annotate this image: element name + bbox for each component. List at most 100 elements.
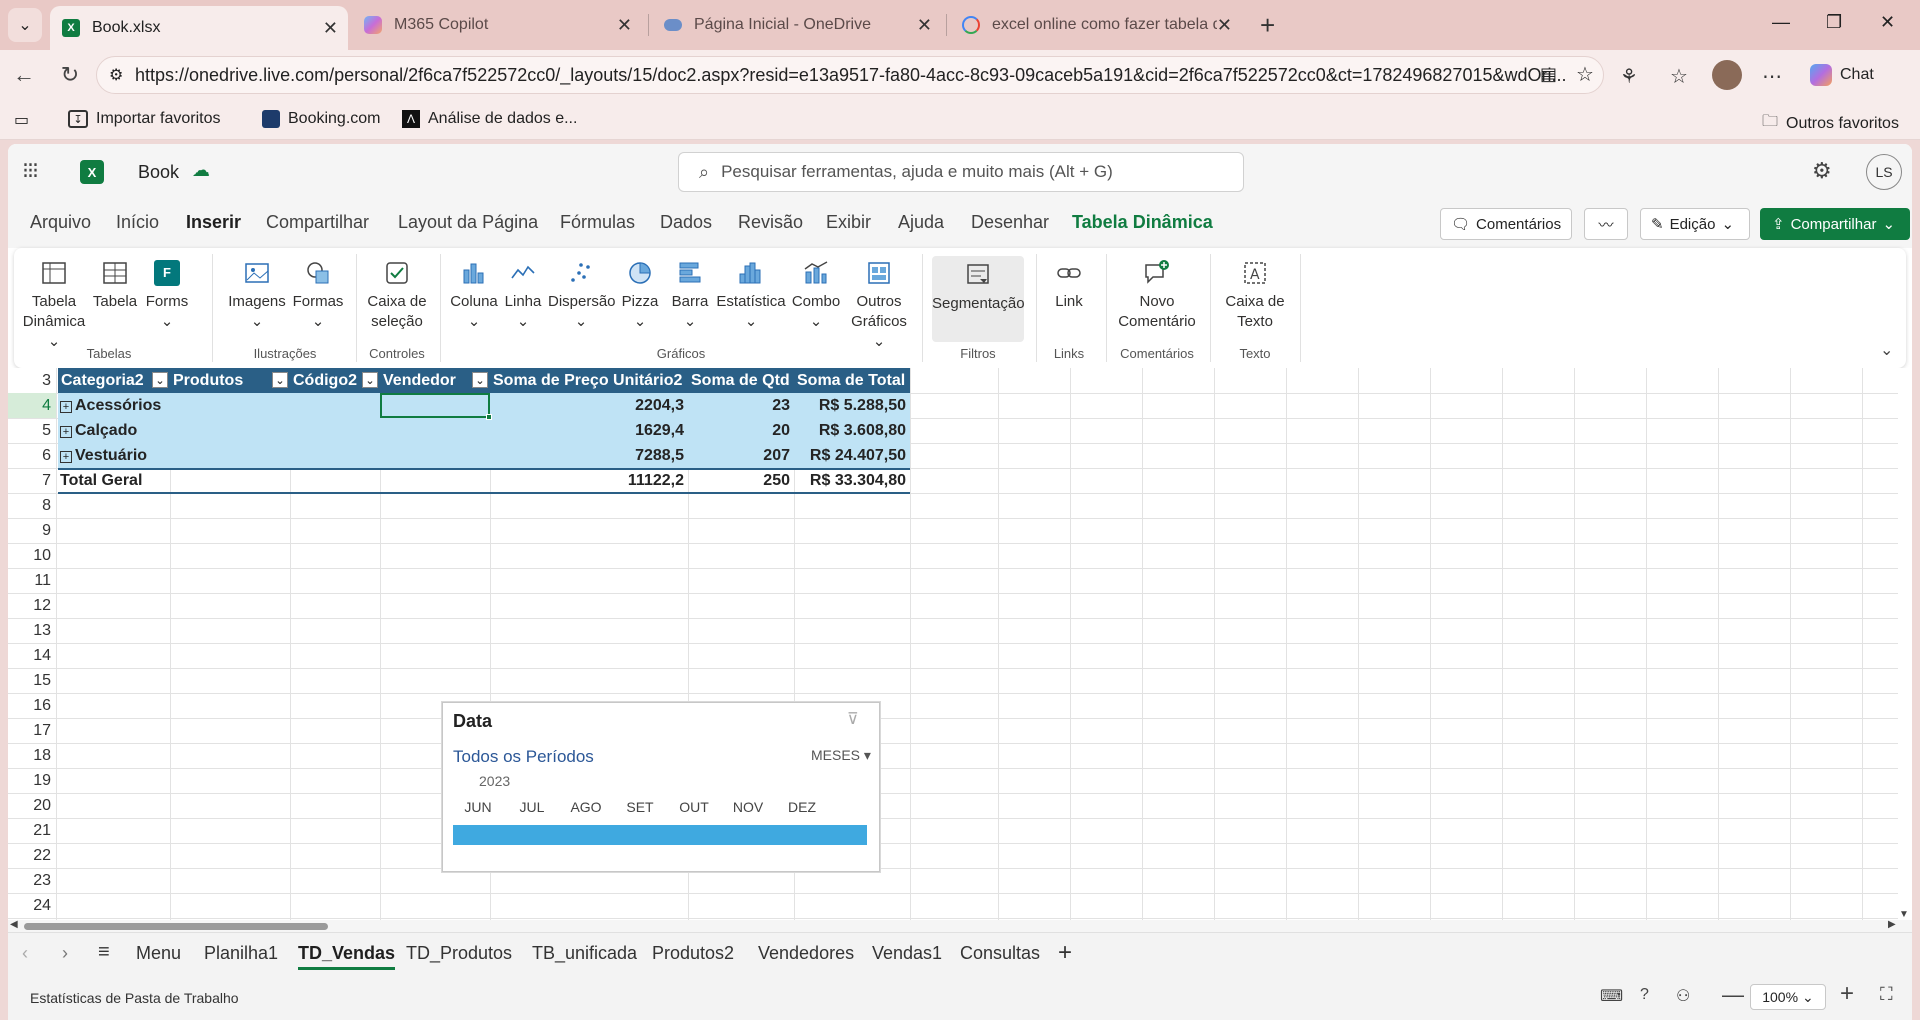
month-label[interactable]: DEZ bbox=[775, 799, 829, 815]
pivot-header-soma-preco[interactable]: Soma de Preço Unitário2 bbox=[490, 368, 688, 393]
add-sheet-button[interactable]: + bbox=[1058, 939, 1072, 967]
scroll-right-icon[interactable]: ▶ bbox=[1888, 919, 1896, 930]
menu-exibir[interactable]: Exibir bbox=[826, 212, 871, 233]
pivot-cell-total[interactable]: R$ 3.608,80 bbox=[794, 418, 910, 443]
pivot-total-total[interactable]: R$ 33.304,80 bbox=[794, 468, 910, 493]
menu-inserir[interactable]: Inserir bbox=[186, 212, 241, 233]
sheet-tab-consultas[interactable]: Consultas bbox=[960, 943, 1040, 964]
pivot-total-label[interactable]: Total Geral bbox=[60, 468, 260, 493]
scroll-thumb[interactable] bbox=[24, 923, 328, 930]
textbox-button[interactable]: A Caixa de Texto bbox=[1220, 256, 1290, 332]
row-header[interactable]: 13 bbox=[8, 618, 56, 643]
tab-google-search[interactable]: excel online como fazer tabela din ✕ bbox=[950, 6, 1242, 44]
row-header[interactable]: 9 bbox=[8, 518, 56, 543]
new-tab-button[interactable]: + bbox=[1260, 10, 1275, 41]
close-icon[interactable]: ✕ bbox=[617, 15, 632, 36]
row-header[interactable]: 22 bbox=[8, 843, 56, 868]
pivot-cell-preco[interactable]: 1629,4 bbox=[490, 418, 688, 443]
restore-button[interactable]: ❐ bbox=[1826, 12, 1842, 33]
expand-plus-icon[interactable]: + bbox=[60, 426, 72, 438]
tab-copilot[interactable]: M365 Copilot ✕ bbox=[352, 6, 642, 44]
pivot-header-soma-total[interactable]: Soma de Total bbox=[794, 368, 910, 393]
images-button[interactable]: Imagens ⌄ bbox=[226, 256, 288, 332]
pivot-header-categoria[interactable]: Categoria2 ⌄ bbox=[58, 368, 170, 393]
bookmark-data-analysis[interactable]: Λ Análise de dados e... bbox=[402, 110, 577, 128]
pivot-header-soma-qtd[interactable]: Soma de Qtd bbox=[688, 368, 794, 393]
table-button[interactable]: Tabela bbox=[90, 256, 140, 312]
pivot-table-button[interactable]: Tabela Dinâmica ⌄ bbox=[18, 256, 90, 352]
menu-ajuda[interactable]: Ajuda bbox=[898, 212, 944, 233]
copilot-chat-button[interactable]: Chat bbox=[1802, 58, 1912, 92]
pivot-row-calcado[interactable]: + Calçado bbox=[60, 418, 360, 443]
catch-up-button[interactable]: 〰 bbox=[1584, 208, 1628, 240]
fullscreen-icon[interactable]: ⛶ bbox=[1880, 984, 1893, 1005]
pivot-cell-total[interactable]: R$ 24.407,50 bbox=[794, 443, 910, 468]
filter-dropdown-icon[interactable]: ⌄ bbox=[152, 372, 168, 388]
row-header[interactable]: 4 bbox=[8, 393, 56, 418]
column-chart-button[interactable]: Coluna ⌄ bbox=[448, 256, 500, 332]
site-info-icon[interactable]: ⚙ bbox=[109, 65, 123, 85]
month-label[interactable]: JUN bbox=[451, 799, 505, 815]
new-comment-button[interactable]: Novo Comentário bbox=[1114, 256, 1200, 332]
close-icon[interactable]: ✕ bbox=[917, 15, 932, 36]
sheet-tab-tb-unificada[interactable]: TB_unificada bbox=[532, 943, 637, 964]
pivot-header-vendedor[interactable]: Vendedor ⌄ bbox=[380, 368, 490, 393]
filter-dropdown-icon[interactable]: ⌄ bbox=[362, 372, 378, 388]
expand-plus-icon[interactable]: + bbox=[60, 451, 72, 463]
forms-button[interactable]: F Forms ⌄ bbox=[142, 256, 192, 332]
month-label[interactable]: OUT bbox=[667, 799, 721, 815]
row-header[interactable]: 15 bbox=[8, 668, 56, 693]
row-header[interactable]: 6 bbox=[8, 443, 56, 468]
month-label[interactable]: NOV bbox=[721, 799, 775, 815]
help-icon[interactable]: ? bbox=[1640, 986, 1649, 1004]
menu-inicio[interactable]: Início bbox=[116, 212, 159, 233]
keyboard-icon[interactable]: ⌨ bbox=[1600, 986, 1623, 1006]
pivot-cell-preco[interactable]: 2204,3 bbox=[490, 393, 688, 418]
extensions-icon[interactable]: ⚘ bbox=[1620, 64, 1638, 89]
other-favorites[interactable]: 🗀 Outros favoritos bbox=[1762, 110, 1899, 137]
zoom-in-button[interactable]: + bbox=[1840, 980, 1854, 1008]
menu-revisao[interactable]: Revisão bbox=[738, 212, 803, 233]
workbook-statistics[interactable]: Estatísticas de Pasta de Trabalho bbox=[30, 990, 239, 1006]
checkbox-button[interactable]: Caixa de seleção bbox=[362, 256, 432, 332]
row-header[interactable]: 23 bbox=[8, 868, 56, 893]
row-header[interactable]: 19 bbox=[8, 768, 56, 793]
sheet-tab-td-produtos[interactable]: TD_Produtos bbox=[406, 943, 512, 964]
row-header[interactable]: 17 bbox=[8, 718, 56, 743]
pivot-total-qtd[interactable]: 250 bbox=[688, 468, 794, 493]
slicer-button[interactable]: Segmentação bbox=[932, 256, 1025, 342]
clear-filter-icon[interactable]: ⊽ bbox=[847, 709, 859, 729]
horizontal-scrollbar[interactable]: ◀ ▶ bbox=[8, 919, 1912, 932]
row-header[interactable]: 11 bbox=[8, 568, 56, 593]
row-header[interactable]: 24 bbox=[8, 893, 56, 918]
next-sheet-icon[interactable]: › bbox=[62, 943, 68, 964]
bookmark-import[interactable]: ↧ Importar favoritos bbox=[68, 110, 220, 128]
date-slicer[interactable]: Data ⊽ Todos os Períodos MESES ▾ 2023 JU… bbox=[442, 702, 880, 872]
pivot-row-vestuario[interactable]: + Vestuário bbox=[60, 443, 360, 468]
row-header[interactable]: 18 bbox=[8, 743, 56, 768]
shapes-button[interactable]: Formas ⌄ bbox=[290, 256, 346, 332]
user-avatar[interactable]: LS bbox=[1866, 154, 1902, 190]
pivot-cell-qtd[interactable]: 207 bbox=[688, 443, 794, 468]
prev-sheet-icon[interactable]: ‹ bbox=[22, 943, 28, 964]
bookmark-booking[interactable]: Booking.com bbox=[262, 110, 381, 128]
menu-tabela-dinamica[interactable]: Tabela Dinâmica bbox=[1072, 212, 1213, 233]
bar-chart-button[interactable]: Barra ⌄ bbox=[666, 256, 714, 332]
more-options-icon[interactable]: ⋯ bbox=[1762, 64, 1782, 89]
zoom-level-dropdown[interactable]: 100% ⌄ bbox=[1750, 984, 1826, 1010]
window-close-button[interactable]: ✕ bbox=[1880, 12, 1895, 33]
zoom-out-button[interactable]: — bbox=[1722, 982, 1744, 1008]
statistic-chart-button[interactable]: Estatística ⌄ bbox=[716, 256, 786, 332]
tab-onedrive[interactable]: Página Inicial - OneDrive ✕ bbox=[652, 6, 942, 44]
row-header[interactable]: 21 bbox=[8, 818, 56, 843]
row-header[interactable]: 10 bbox=[8, 543, 56, 568]
sheet-tab-vendas1[interactable]: Vendas1 bbox=[872, 943, 942, 964]
row-header[interactable]: 14 bbox=[8, 643, 56, 668]
pivot-row-acessorios[interactable]: + Acessórios bbox=[60, 393, 360, 418]
vertical-scrollbar[interactable]: ▼ bbox=[1898, 368, 1910, 920]
scroll-down-icon[interactable]: ▼ bbox=[1899, 909, 1909, 920]
all-sheets-icon[interactable]: ≡ bbox=[98, 941, 110, 964]
minimize-button[interactable]: — bbox=[1772, 12, 1790, 33]
sheet-tab-planilha1[interactable]: Planilha1 bbox=[204, 943, 278, 964]
scroll-left-icon[interactable]: ◀ bbox=[10, 919, 18, 930]
